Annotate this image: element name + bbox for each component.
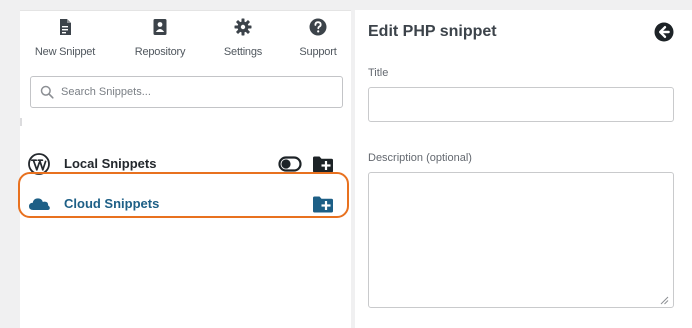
- snippet-editor-panel: Edit PHP snippet Title Description (opti…: [355, 10, 692, 328]
- sidebar-toolbar: New Snippet Repository Settings Support: [20, 10, 351, 72]
- description-label: Description (optional): [368, 152, 472, 164]
- settings-label: Settings: [223, 46, 263, 58]
- search-box: [30, 76, 343, 108]
- cloud-snippets-highlight: [18, 172, 349, 218]
- search-input[interactable]: [61, 82, 331, 102]
- editor-title: Edit PHP snippet: [368, 23, 497, 40]
- file-icon: [60, 19, 71, 35]
- description-input[interactable]: [368, 172, 674, 308]
- divider: [20, 118, 22, 126]
- help-icon: [309, 18, 327, 36]
- local-snippets-label: Local Snippets: [64, 156, 157, 171]
- snippet-sidebar: New Snippet Repository Settings Support …: [20, 10, 351, 328]
- new-snippet-label: New Snippet: [34, 46, 96, 58]
- search-icon: [40, 85, 54, 99]
- repository-icon: [153, 19, 167, 35]
- repository-label: Repository: [134, 46, 186, 58]
- title-label: Title: [368, 67, 389, 79]
- back-arrow-icon[interactable]: [654, 22, 674, 42]
- resize-handle-icon[interactable]: [659, 295, 669, 305]
- support-label: Support: [299, 46, 337, 58]
- toggle-icon[interactable]: [278, 154, 302, 174]
- gear-icon: [234, 18, 252, 36]
- settings-button[interactable]: Settings: [202, 18, 284, 58]
- title-input[interactable]: [368, 87, 674, 122]
- add-folder-icon[interactable]: [312, 154, 334, 174]
- new-snippet-button[interactable]: New Snippet: [24, 18, 106, 58]
- support-button[interactable]: Support: [277, 18, 359, 58]
- repository-button[interactable]: Repository: [119, 18, 201, 58]
